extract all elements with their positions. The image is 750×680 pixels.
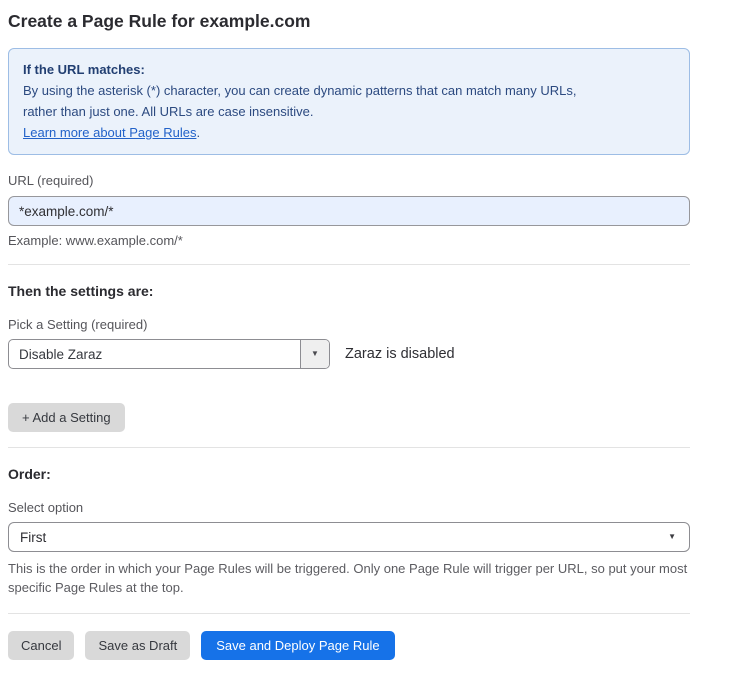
setting-status-text: Zaraz is disabled [345, 346, 455, 362]
cancel-button[interactable]: Cancel [8, 631, 74, 660]
save-as-draft-button[interactable]: Save as Draft [85, 631, 190, 660]
info-box-body: By using the asterisk (*) character, you… [23, 80, 598, 122]
save-and-deploy-button[interactable]: Save and Deploy Page Rule [201, 631, 394, 660]
order-help-text: This is the order in which your Page Rul… [8, 559, 690, 597]
order-section-heading: Order: [8, 466, 690, 482]
divider [8, 447, 690, 448]
form-actions: Cancel Save as Draft Save and Deploy Pag… [8, 631, 690, 660]
settings-section-heading: Then the settings are: [8, 283, 690, 299]
url-field-label: URL (required) [8, 173, 690, 189]
setting-row: Disable Zaraz ▼ Zaraz is disabled [8, 339, 690, 369]
order-dropdown-value: First [20, 530, 46, 545]
info-box-heading: If the URL matches: [23, 59, 675, 80]
url-match-info-box: If the URL matches: By using the asteris… [8, 48, 690, 155]
url-input[interactable] [8, 196, 690, 226]
url-example-text: Example: www.example.com/* [8, 233, 690, 248]
order-dropdown[interactable]: First ▼ [8, 522, 690, 552]
setting-picker-label: Pick a Setting (required) [8, 317, 690, 333]
page-title: Create a Page Rule for example.com [8, 10, 690, 32]
chevron-down-icon: ▼ [668, 533, 676, 541]
page-rule-form: Create a Page Rule for example.com If th… [8, 10, 690, 660]
info-box-link-line: Learn more about Page Rules. [23, 122, 675, 143]
order-select-label: Select option [8, 500, 690, 516]
divider [8, 264, 690, 265]
setting-dropdown[interactable]: Disable Zaraz ▼ [8, 339, 330, 369]
divider [8, 613, 690, 614]
chevron-down-icon: ▼ [311, 350, 319, 358]
setting-dropdown-value: Disable Zaraz [9, 340, 300, 368]
learn-more-link[interactable]: Learn more about Page Rules [23, 125, 196, 140]
add-setting-button[interactable]: + Add a Setting [8, 403, 125, 432]
setting-dropdown-arrow-button[interactable]: ▼ [300, 340, 329, 368]
link-period: . [196, 125, 200, 140]
